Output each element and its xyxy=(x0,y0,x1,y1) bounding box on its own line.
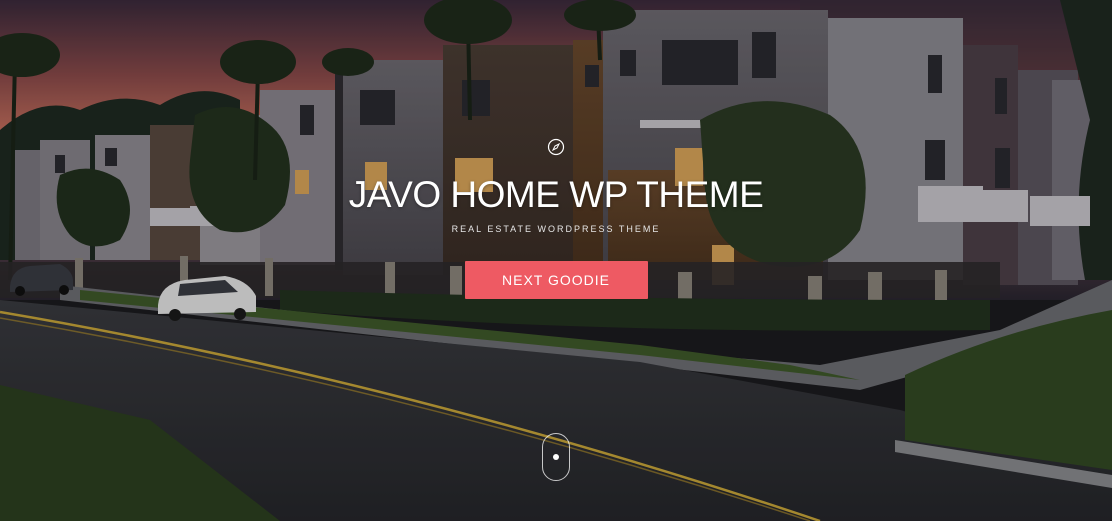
compass-icon xyxy=(547,138,565,156)
scroll-indicator-dot xyxy=(553,454,559,460)
next-goodie-button[interactable]: NEXT GOODIE xyxy=(464,261,648,299)
hero-content: JAVO HOME WP THEME REAL ESTATE WORDPRESS… xyxy=(0,138,1112,299)
hero-title: JAVO HOME WP THEME xyxy=(348,174,764,215)
hero-subtitle: REAL ESTATE WORDPRESS THEME xyxy=(451,224,661,234)
mouse-scroll-icon[interactable] xyxy=(542,433,570,481)
hero-section: JAVO HOME WP THEME REAL ESTATE WORDPRESS… xyxy=(0,0,1112,521)
